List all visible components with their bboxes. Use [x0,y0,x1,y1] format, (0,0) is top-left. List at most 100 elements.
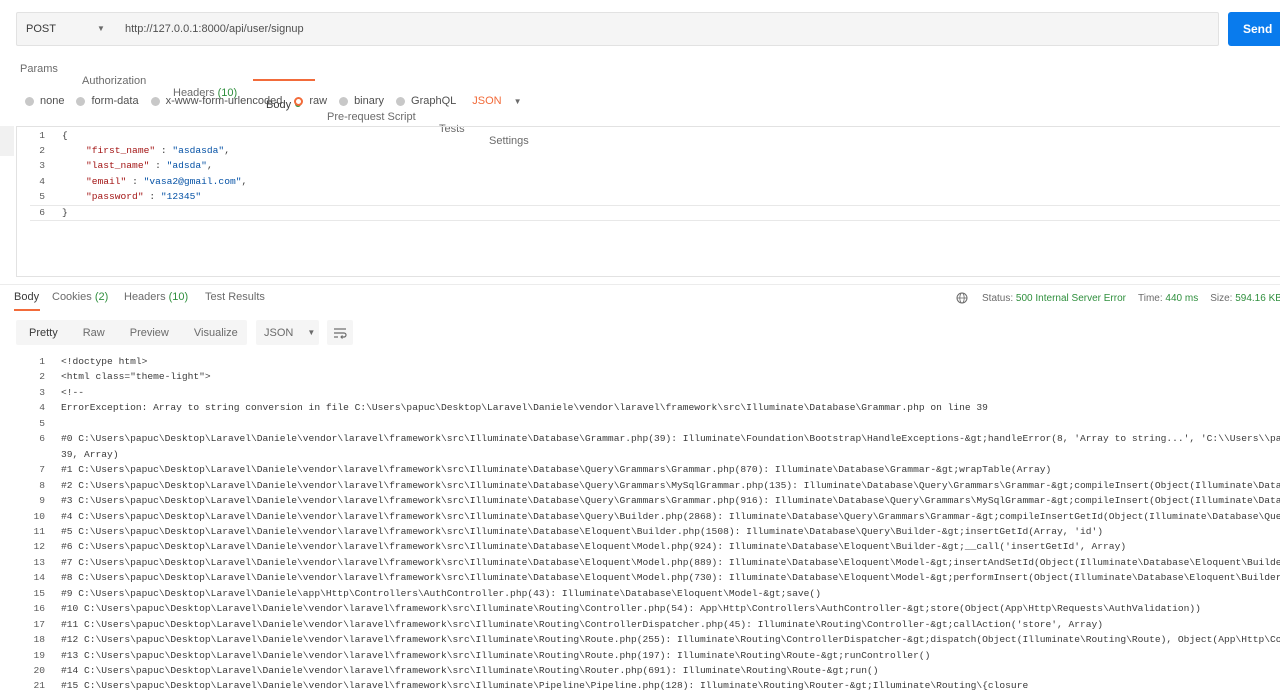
body-format-select[interactable]: JSON ▼ [468,95,521,107]
response-line: #15 C:\Users\papuc\Desktop\Laravel\Danie… [61,680,1029,691]
radio-none-label: none [40,95,65,107]
resp-tab-body-label: Body [14,291,40,303]
time-label: Time: [1137,292,1163,304]
radio-form-data[interactable]: form-data [76,95,139,107]
radio-graphql[interactable]: GraphQL [396,95,456,107]
radio-binary-label: binary [354,95,385,107]
response-line-number: 1 [39,356,45,367]
view-pretty-button[interactable]: Pretty [29,327,58,339]
json-line-end: , [206,160,213,171]
response-line: #9 C:\Users\papuc\Desktop\Laravel\Daniel… [61,588,821,599]
response-line: #13 C:\Users\papuc\Desktop\Laravel\Danie… [61,650,931,661]
response-format-label: JSON [264,326,294,339]
globe-icon[interactable] [956,292,968,304]
url-input[interactable] [125,13,1205,45]
radio-urlencoded-label: x-www-form-urlencoded [165,95,283,107]
json-key: "email" [86,176,127,187]
tab-params-label: Params [20,63,58,75]
radio-none[interactable]: none [25,95,64,107]
resp-tab-cookies[interactable]: Cookies (2) [52,291,108,303]
json-value: "vasa2@gmail.com" [143,176,242,187]
response-line: #7 C:\Users\papuc\Desktop\Laravel\Daniel… [61,557,1280,568]
tab-authorization-label: Authorization [82,75,147,87]
json-separator: : [149,160,167,171]
json-line-end: , [224,145,230,156]
radio-raw[interactable]: raw [294,95,327,107]
chevron-down-icon: ▼ [513,96,522,106]
response-line: #11 C:\Users\papuc\Desktop\Laravel\Danie… [61,619,1104,630]
view-preview-button[interactable]: Preview [130,327,169,339]
request-url-bar: POST ▼ [16,12,1219,46]
resp-tab-cookies-label: Cookies [52,291,92,303]
editor-line-number: 5 [39,191,45,202]
json-value: "adsda" [166,160,207,171]
size-value[interactable]: 594.16 KB [1235,293,1280,304]
response-line: <html class="theme-light"> [61,371,211,382]
radio-none-icon [25,96,34,106]
radio-binary[interactable]: binary [339,95,384,107]
response-status-bar: Status: 500 Internal Server Error Time: … [956,292,1280,304]
editor-line: "password" : "12345" [86,191,201,202]
wrap-lines-button[interactable] [327,320,353,345]
resp-tab-test-results[interactable]: Test Results [205,291,265,303]
json-key: "password" [86,191,144,202]
response-line: #6 C:\Users\papuc\Desktop\Laravel\Daniel… [61,541,1127,552]
editor-line: "last_name" : "adsda", [86,160,213,171]
response-line-number: 19 [33,650,45,661]
radio-form-data-icon [76,96,86,106]
json-key: "first_name" [86,145,156,156]
response-line: #0 C:\Users\papuc\Desktop\Laravel\Daniel… [61,433,1280,444]
response-line: #2 C:\Users\papuc\Desktop\Laravel\Daniel… [61,480,1280,491]
radio-form-data-label: form-data [91,95,139,107]
response-line: 39, Array) [61,449,119,460]
status-label: Status: [982,292,1014,304]
response-line-number: 5 [39,418,45,429]
active-tab-indicator [253,79,315,81]
response-line-number: 14 [33,572,45,583]
json-separator: : [126,176,144,187]
method-label: POST [26,23,56,35]
tab-params[interactable]: Params [20,63,1280,75]
response-line-number: 15 [33,588,45,599]
response-line-number: 9 [39,495,45,506]
send-label: Send [1243,22,1273,36]
editor-line-number: 4 [39,176,45,187]
editor-line: "first_name" : "asdasda", [86,145,230,156]
response-line-number: 20 [33,665,45,676]
response-line-number: 3 [39,387,45,398]
radio-urlencoded[interactable]: x-www-form-urlencoded [150,95,283,107]
response-line-number: 7 [39,464,45,475]
response-line: #14 C:\Users\papuc\Desktop\Laravel\Danie… [61,665,879,676]
response-line-number: 18 [33,634,45,645]
radio-binary-icon [339,96,349,106]
tab-pre-request-script[interactable]: Pre-request Script [327,111,1280,123]
response-line: #1 C:\Users\papuc\Desktop\Laravel\Daniel… [61,464,1052,475]
editor-line: "email" : "vasa2@gmail.com", [86,176,247,187]
json-value: "12345" [160,191,202,202]
response-line-number: 16 [33,603,45,614]
resp-tab-body[interactable]: Body [14,291,39,303]
response-line-number: 4 [39,402,45,413]
view-visualize-button[interactable]: Visualize [194,327,238,339]
json-key: "last_name" [86,160,150,171]
chevron-down-icon: ▼ [307,328,316,337]
view-raw-button[interactable]: Raw [83,327,105,339]
response-format-select[interactable]: JSON ▼ [256,320,319,345]
resp-tab-headers[interactable]: Headers (10) [124,291,188,303]
body-format-label: JSON [472,95,502,107]
response-line: #4 C:\Users\papuc\Desktop\Laravel\Daniel… [61,511,1280,522]
time-value[interactable]: 440 ms [1165,293,1198,304]
chevron-down-icon[interactable]: ▼ [97,24,105,33]
editor-line-number: 6 [39,207,45,218]
editor-line-number: 1 [39,130,45,141]
response-divider [0,284,1280,285]
resp-tab-cookies-count: (2) [94,291,109,303]
send-button[interactable]: Send [1228,12,1280,46]
status-value[interactable]: 500 Internal Server Error [1016,293,1126,304]
body-type-row: none form-data x-www-form-urlencoded raw… [25,93,534,109]
radio-urlencoded-icon [150,96,160,106]
response-line: <!-- [61,387,85,398]
tab-authorization[interactable]: Authorization [82,75,1280,87]
size-label: Size: [1210,292,1233,304]
response-line-number: 11 [33,526,45,537]
